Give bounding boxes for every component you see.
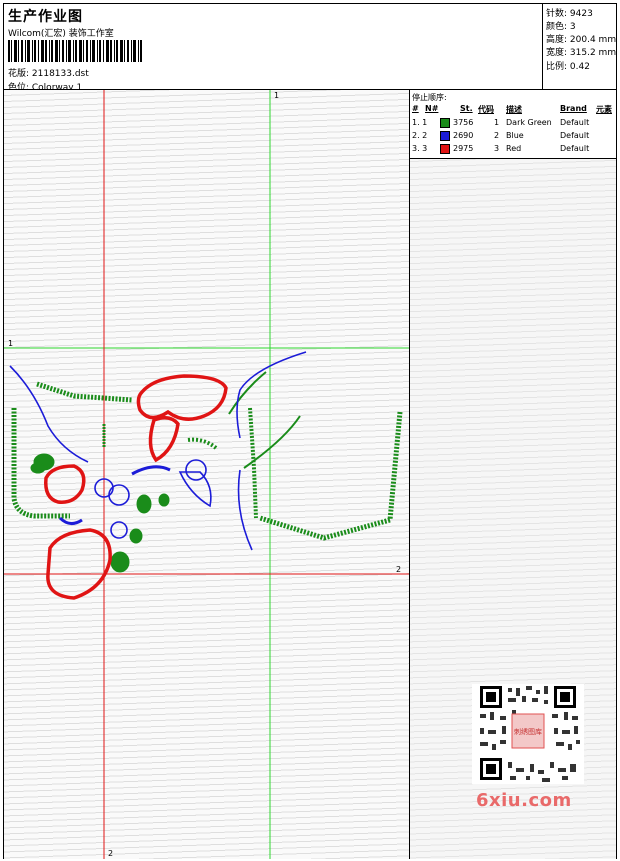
guide-label-v1: 1: [274, 91, 279, 100]
blue-flower-2: [108, 484, 130, 506]
side-panel: 停止顺序: # N# St. 代码 描述 Brand 元素 1. 1 3756 …: [409, 90, 616, 859]
stat-colors: 颜色: 3: [546, 22, 576, 32]
color-swatch-blue: [440, 131, 450, 141]
red-petal-small: [148, 416, 180, 463]
green-vine-1: [228, 371, 267, 415]
stop-sequence-table: 停止顺序: # N# St. 代码 描述 Brand 元素 1. 1 3756 …: [410, 90, 616, 159]
green-leaf-5: [110, 551, 130, 573]
red-petal-bottom: [46, 528, 112, 600]
col-desc: 描述: [506, 105, 522, 114]
color-swatch-green: [440, 118, 450, 128]
blue-flower-3: [110, 521, 128, 539]
qr-caption: 刺绣图库: [514, 727, 542, 736]
green-top-band: [36, 381, 133, 403]
blue-left-stem: [9, 365, 89, 463]
stat-height: 高度: 200.4 mm: [546, 35, 617, 45]
sequence-title: 停止顺序:: [412, 93, 447, 102]
design-file: 花版: 2118133.dst: [8, 69, 89, 79]
green-leaf-2: [30, 462, 46, 474]
barcode: [8, 40, 142, 62]
blue-hook: [58, 516, 83, 525]
color-swatch-red: [440, 144, 450, 154]
stat-width: 宽度: 315.2 mm: [546, 48, 617, 58]
stats-panel: 针数: 9423 颜色: 3 高度: 200.4 mm 宽度: 315.2 mm…: [542, 4, 618, 89]
site-watermark: 6xiu.com: [476, 790, 572, 811]
green-leaf-3: [136, 494, 152, 514]
guide-label-v2: 2: [108, 849, 113, 858]
stat-stitches: 针数: 9423: [546, 9, 593, 19]
blue-upper-stem: [236, 351, 307, 439]
red-embroidery: [44, 374, 228, 600]
green-embroidery: [11, 371, 403, 573]
blue-petal-1: [178, 471, 212, 508]
sheet-title: 生产作业图: [8, 9, 83, 25]
header-info: 生产作业图 Wilcom(汇宏) 装饰工作室 花版: 2118133.dst 色…: [8, 6, 538, 93]
blue-arc: [131, 465, 171, 476]
col-n: N#: [425, 104, 439, 113]
col-st: St.: [460, 104, 473, 113]
guide-label-h2: 2: [396, 565, 401, 574]
qr-code: 刺绣图库: [472, 684, 584, 784]
design-preview: 1 1 2 2: [4, 90, 409, 859]
green-leaf-4: [129, 528, 143, 544]
green-right-bracket: [259, 411, 403, 541]
green-leaf-6: [158, 493, 170, 507]
col-element: 元素: [596, 105, 612, 114]
col-brand: Brand: [560, 104, 587, 113]
red-petal-top: [136, 374, 228, 421]
production-sheet: 生产作业图 Wilcom(汇宏) 装饰工作室 花版: 2118133.dst 色…: [3, 3, 617, 859]
studio-name: Wilcom(汇宏) 装饰工作室: [8, 29, 114, 39]
col-code: 代码: [478, 105, 494, 114]
green-leaf-bar: [187, 437, 218, 450]
guide-label-h1: 1: [8, 339, 13, 348]
blue-flower-4: [185, 459, 207, 481]
blue-lower-stem: [237, 469, 253, 551]
col-hash: #: [412, 104, 419, 113]
qr-pattern: 刺绣图库: [480, 686, 580, 782]
design-canvas: 1 1 2 2: [4, 90, 409, 859]
stat-scale: 比例: 0.42: [546, 62, 590, 72]
red-petal-left: [44, 464, 86, 504]
